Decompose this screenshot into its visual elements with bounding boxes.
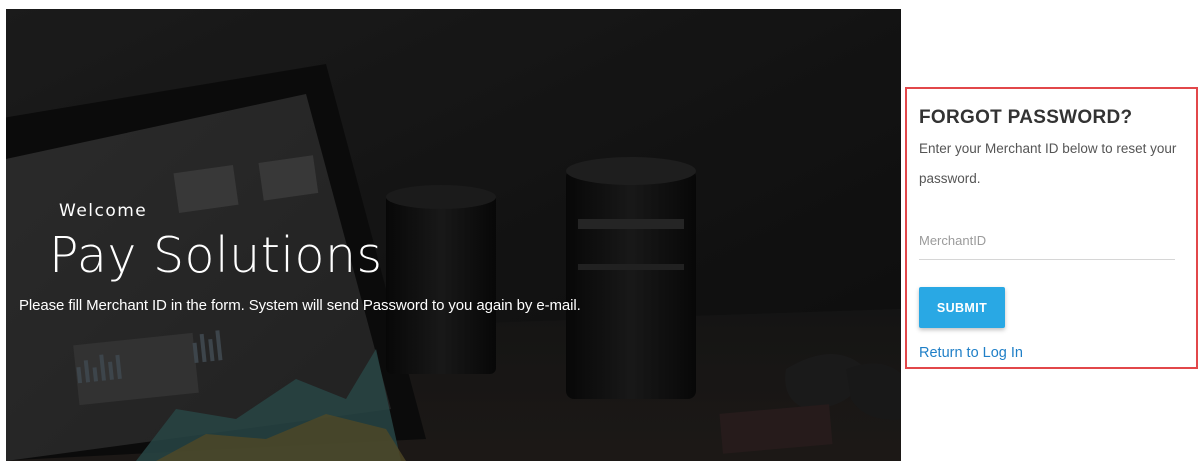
merchant-id-input[interactable] xyxy=(919,221,1175,260)
forgot-password-instructions: Enter your Merchant ID below to reset yo… xyxy=(919,141,1177,186)
forgot-password-title: FORGOT PASSWORD? xyxy=(919,107,1133,128)
return-to-login-link[interactable]: Return to Log In xyxy=(919,345,1023,361)
welcome-text: Welcome xyxy=(59,201,148,221)
hero-description: Please fill Merchant ID in the form. Sys… xyxy=(19,297,581,314)
submit-button[interactable]: SUBMIT xyxy=(919,287,1005,328)
hero-banner: Welcome Pay Solutions Please fill Mercha… xyxy=(6,9,901,461)
forgot-password-panel: FORGOT PASSWORD? Enter your Merchant ID … xyxy=(905,87,1198,369)
hero-text-group: Welcome Pay Solutions Please fill Mercha… xyxy=(6,9,901,461)
brand-title: Pay Solutions xyxy=(49,227,383,284)
